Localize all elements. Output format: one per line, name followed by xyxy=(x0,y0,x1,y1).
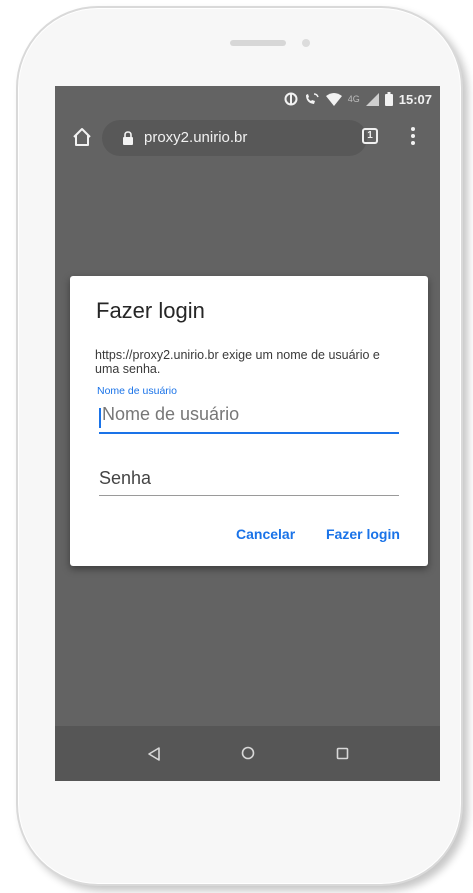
clock-time: 15:07 xyxy=(398,91,432,107)
speaker-grille xyxy=(230,40,286,46)
overflow-menu-icon[interactable] xyxy=(411,127,415,145)
back-icon[interactable] xyxy=(147,746,161,762)
login-dialog: Fazer login https://proxy2.unirio.br exi… xyxy=(70,276,428,566)
android-nav-bar xyxy=(55,726,440,781)
front-camera xyxy=(302,39,310,47)
text-cursor xyxy=(99,408,101,428)
network-type-label: 4G xyxy=(347,94,360,104)
status-bar: 4G 15:07 xyxy=(55,86,440,112)
password-field[interactable] xyxy=(99,468,399,496)
home-nav-icon[interactable] xyxy=(241,746,255,760)
username-field[interactable] xyxy=(99,404,402,434)
password-input[interactable] xyxy=(99,468,399,489)
tab-switcher-icon[interactable]: 1 xyxy=(362,128,378,144)
browser-toolbar: proxy2.unirio.br 1 xyxy=(55,112,440,162)
status-icons: 4G 15:07 xyxy=(284,89,432,109)
dialog-title: Fazer login xyxy=(96,298,205,323)
battery-icon xyxy=(384,92,393,106)
username-floating-label: Nome de usuário xyxy=(97,385,177,397)
url-text: proxy2.unirio.br xyxy=(144,129,248,146)
recents-icon[interactable] xyxy=(336,747,349,760)
signal-icon xyxy=(365,92,379,106)
dialog-message: https://proxy2.unirio.br exige um nome d… xyxy=(95,348,380,376)
login-button[interactable]: Fazer login xyxy=(326,526,400,542)
stage: 4G 15:07 proxy2.unirio.br 1 Fazer login … xyxy=(0,0,473,893)
lock-icon xyxy=(123,131,133,145)
home-icon[interactable] xyxy=(71,126,93,148)
address-bar[interactable]: proxy2.unirio.br xyxy=(102,120,367,156)
cancel-button[interactable]: Cancelar xyxy=(236,526,295,542)
username-input[interactable] xyxy=(99,404,402,425)
data-saver-icon xyxy=(284,92,298,106)
wifi-calling-icon xyxy=(305,93,319,104)
wifi-icon xyxy=(325,92,342,106)
